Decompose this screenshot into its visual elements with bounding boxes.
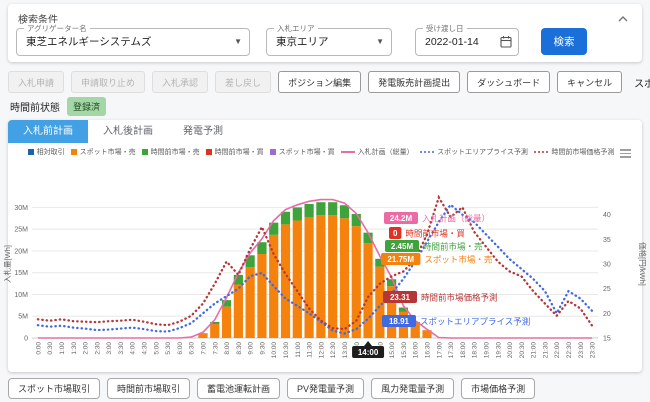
footer-button-0[interactable]: スポット市場取引 xyxy=(8,378,100,399)
intraday-status-label: 時間前状態 xyxy=(10,99,60,114)
dropdown-arrow-icon: ▼ xyxy=(234,29,242,55)
delivery-date-value: 2022-01-14 xyxy=(425,29,479,55)
footer-button-bar: スポット市場取引時間前市場取引蓄電池運転計画 PV発電量予測風力発電量予測市場価格… xyxy=(8,378,535,399)
calendar-icon[interactable] xyxy=(500,35,512,53)
legend-item[interactable]: 時間前市場価格予測 xyxy=(534,147,615,157)
legend-square-icon xyxy=(28,149,34,155)
action-button-6[interactable]: ダッシュボード xyxy=(467,71,550,93)
footer-button-4[interactable]: 風力発電量予測 xyxy=(371,378,454,399)
legend-item[interactable]: スポットエリアプライス予測 xyxy=(420,147,528,157)
action-bar: 入札申請申請取り止め入札承認差し戻しポジション編集発電販売計画提出ダッシュボード… xyxy=(8,71,650,93)
intraday-status-badge: 登録済 xyxy=(67,97,106,116)
action-button-7[interactable]: キャンセル xyxy=(557,71,622,93)
intraday-status-row: 時間前状態 登録済 xyxy=(8,97,106,116)
legend-item[interactable]: 入札計画（総量） xyxy=(341,147,414,157)
legend-item[interactable]: スポット市場・買 xyxy=(270,147,335,157)
legend-dots-icon xyxy=(534,151,549,154)
app-root: 検索条件 アグリゲーター名 東芝エネルギーシステムズ ▼ 入札エリア 東京エリア… xyxy=(0,0,650,402)
legend-item[interactable]: 時間前市場・売 xyxy=(142,147,200,157)
tab-1[interactable]: 入札後計画 xyxy=(88,120,168,143)
legend-item[interactable]: スポット市場・売 xyxy=(71,147,136,157)
tab-bar: 入札前計画入札後計画発電予測 xyxy=(8,120,238,143)
aggregator-select-value: 東芝エネルギーシステムズ xyxy=(26,29,151,55)
legend-dots-icon xyxy=(420,151,435,154)
action-button-4[interactable]: ポジション編集 xyxy=(278,71,361,93)
spot-status-label: スポット状態 xyxy=(634,75,650,90)
legend-square-icon xyxy=(142,149,148,155)
footer-button-2[interactable]: 蓄電池運転計画 xyxy=(197,378,280,399)
footer-button-3[interactable]: PV発電量予測 xyxy=(287,378,364,399)
delivery-date-field[interactable]: 受け渡し日 2022-01-14 xyxy=(415,28,519,56)
footer-button-1[interactable]: 時間前市場取引 xyxy=(107,378,190,399)
legend-item[interactable]: 相対取引 xyxy=(28,147,65,157)
legend-square-icon xyxy=(206,149,212,155)
search-button[interactable]: 検索 xyxy=(541,28,587,55)
action-button-0: 入札申請 xyxy=(8,71,64,93)
chart-panel: 入札前計画入札後計画発電予測 相対取引スポット市場・売時間前市場・売時間前市場・… xyxy=(8,120,642,372)
chart-menu-icon[interactable] xyxy=(620,149,631,158)
legend-item[interactable]: 時間前市場・買 xyxy=(206,147,264,157)
chart-legend: 相対取引スポット市場・売時間前市場・売時間前市場・買スポット市場・買入札計画（総… xyxy=(28,147,614,157)
collapse-panel-icon[interactable] xyxy=(616,12,630,24)
aggregator-select[interactable]: アグリゲーター名 東芝エネルギーシステムズ ▼ xyxy=(16,28,250,56)
tab-2[interactable]: 発電予測 xyxy=(168,120,238,143)
bid-area-select[interactable]: 入札エリア 東京エリア ▼ xyxy=(266,28,392,56)
legend-line-icon xyxy=(341,151,355,153)
footer-button-5[interactable]: 市場価格予測 xyxy=(461,378,535,399)
action-button-3: 差し戻し xyxy=(215,71,271,93)
legend-square-icon xyxy=(71,149,77,155)
action-button-1: 申請取り止め xyxy=(71,71,145,93)
tab-0[interactable]: 入札前計画 xyxy=(8,120,88,143)
search-panel: 検索条件 アグリゲーター名 東芝エネルギーシステムズ ▼ 入札エリア 東京エリア… xyxy=(8,4,642,62)
action-button-5[interactable]: 発電販売計画提出 xyxy=(368,71,460,93)
bid-area-select-value: 東京エリア xyxy=(276,29,329,55)
dropdown-arrow-icon: ▼ xyxy=(376,29,384,55)
action-button-2: 入札承認 xyxy=(152,71,208,93)
legend-square-icon xyxy=(270,149,276,155)
